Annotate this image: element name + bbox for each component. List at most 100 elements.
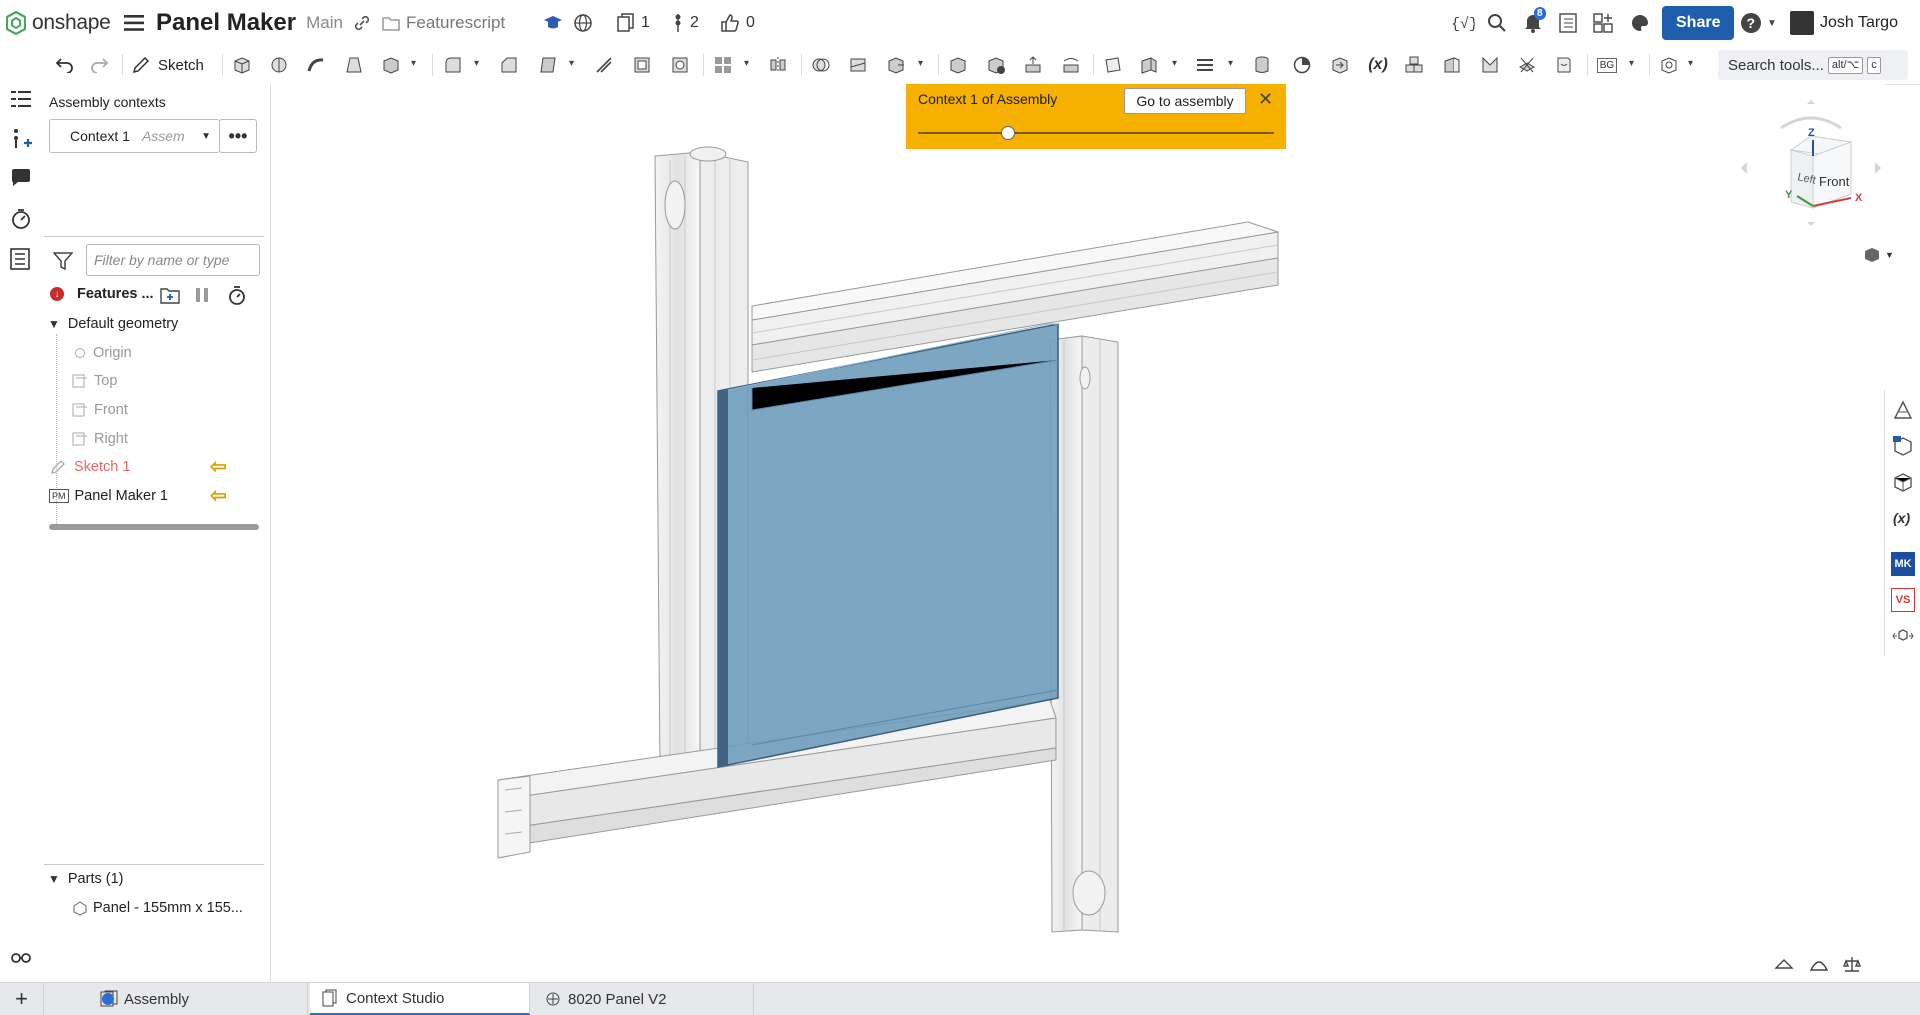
tab-assembly[interactable]: Assembly [52,983,308,1015]
graphics-area[interactable]: Left Front Z X Y ▼ [271,84,1894,982]
onshape-logo[interactable]: onshape [6,0,111,46]
chevron-down-icon[interactable]: ▾ [411,58,416,69]
delete-face-tool[interactable] [984,54,1008,76]
filter-button[interactable] [53,252,73,270]
configurations-button[interactable] [1891,434,1915,458]
bom-button[interactable] [10,248,34,270]
chevron-down-icon[interactable]: ▾ [1228,58,1233,69]
custom-feature-5[interactable] [1552,54,1576,76]
tab-context-studio[interactable]: Context Studio [310,983,530,1015]
transform-tool[interactable] [884,54,908,76]
custom-feature-3[interactable] [1478,54,1502,76]
undo-button[interactable] [52,54,76,76]
comments-button[interactable] [10,168,34,190]
like-button[interactable]: 0 [720,0,755,46]
context-slider-track[interactable] [918,132,1274,134]
user-menu[interactable]: Josh Targo [1790,0,1898,46]
variables-button[interactable]: (x) [1891,506,1915,530]
feature-list-button[interactable] [10,90,34,112]
tree-item-right[interactable]: Right [72,431,128,447]
extrusion-vertical-right[interactable] [1049,335,1119,933]
view-options-dropdown[interactable]: ▼ [1863,246,1894,264]
workspace-name[interactable]: Main [306,13,343,33]
draft-tool[interactable] [536,54,560,76]
measure-tool[interactable] [1290,54,1314,76]
chevron-down-icon[interactable]: ▾ [1688,58,1693,69]
mirror-tool[interactable] [766,54,790,76]
public-globe-button[interactable] [573,0,593,46]
plane-tool[interactable] [1101,54,1125,76]
view-options-tool[interactable] [1657,54,1681,76]
chevron-down-icon[interactable]: ▾ [1629,58,1634,69]
tree-item-panel-maker[interactable]: PM Panel Maker 1 [49,488,168,504]
panel-part[interactable] [717,323,1059,768]
go-to-assembly-button[interactable]: Go to assembly [1124,88,1246,114]
split-tool[interactable] [846,54,870,76]
frame-tool[interactable] [1193,54,1217,76]
mk-app-button[interactable]: MK [1891,552,1915,576]
pattern-tool[interactable] [711,54,735,76]
section-view-button[interactable] [1809,956,1829,972]
rollback-button[interactable] [195,287,209,303]
rollback-bar[interactable] [49,524,259,530]
hole-tool[interactable] [668,54,692,76]
add-folder-button[interactable] [160,286,180,304]
tree-item-sketch[interactable]: Sketch 1 [50,459,130,475]
app-store-button[interactable] [1593,0,1615,46]
context-more-button[interactable]: ••• [219,119,257,153]
folder-breadcrumb[interactable]: Featurescript [382,0,505,46]
context-slider-thumb[interactable] [1001,126,1015,140]
filter-input[interactable] [86,244,260,276]
add-tab-button[interactable]: + [0,983,44,1015]
appearance-button[interactable] [1891,398,1915,422]
notifications-button[interactable]: 8 [1524,0,1546,46]
tree-item-origin[interactable]: Origin [75,345,132,361]
search-tools-input[interactable]: Search tools... alt/⌥ c [1718,50,1908,80]
chevron-down-icon[interactable]: ▾ [744,58,749,69]
learning-center-button[interactable] [543,0,563,46]
regen-timer-button[interactable] [228,286,246,305]
assembly-context-button[interactable] [1891,624,1915,648]
chamfer-tool[interactable] [497,54,521,76]
history-button[interactable] [10,208,34,230]
revolve-tool[interactable] [267,54,291,76]
background-tool[interactable]: BG [1595,54,1619,76]
insert-button[interactable] [10,128,34,150]
mass-properties-button[interactable] [1843,956,1861,972]
custom-feature-1[interactable] [1402,54,1426,76]
sketch-button[interactable]: Sketch [132,54,212,76]
parts-library-button[interactable] [1891,470,1915,494]
vs-app-button[interactable]: VS [1891,588,1915,612]
move-face-tool[interactable] [1021,54,1045,76]
custom-feature-2[interactable] [1440,54,1464,76]
view-search-button[interactable] [10,948,34,970]
tree-item-front[interactable]: Front [72,402,128,418]
import-tool[interactable] [1328,54,1352,76]
featurescript-button[interactable]: {√} [1451,0,1475,46]
delete-part-tool[interactable] [946,54,970,76]
replace-face-tool[interactable] [1059,54,1083,76]
share-button[interactable]: Share [1662,6,1735,40]
thicken-tool[interactable] [379,54,403,76]
shell-tool[interactable] [630,54,654,76]
parts-header[interactable]: ▼ Parts (1) [48,871,123,887]
render-studio-button[interactable] [1631,0,1649,46]
loft-tool[interactable] [342,54,366,76]
part-item[interactable]: Panel - 155mm x 155... [72,900,243,916]
document-title[interactable]: Panel Maker [156,9,296,37]
rib-tool[interactable] [592,54,616,76]
chevron-down-icon[interactable]: ▾ [918,58,923,69]
view-cube[interactable]: Left Front Z X Y [1741,98,1881,268]
context-select[interactable]: Context 1 Assem ▼ [49,119,220,153]
versions-button[interactable]: 1 [617,0,650,46]
extrude-tool[interactable] [230,54,254,76]
mate-display-button[interactable] [1774,956,1794,972]
chevron-down-icon[interactable]: ▾ [569,58,574,69]
hamburger-menu[interactable] [124,0,144,46]
tree-default-geometry[interactable]: ▼ Default geometry [48,316,178,332]
help-button[interactable]: ? ▼ [1740,0,1777,46]
close-icon[interactable]: ✕ [1258,89,1273,110]
boolean-tool[interactable] [809,54,833,76]
sweep-tool[interactable] [304,54,328,76]
branches-button[interactable]: 2 [672,0,699,46]
